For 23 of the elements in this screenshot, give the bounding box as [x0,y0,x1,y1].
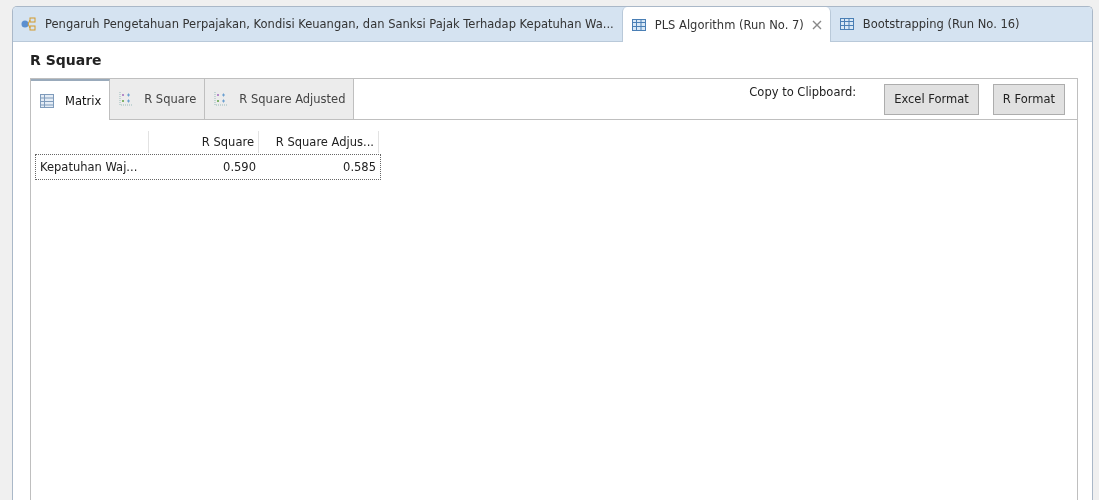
row-header: Kepatuhan Waj... [39,159,139,176]
table-cell-text: 0.590 [222,159,257,176]
column-header[interactable]: R Square [149,131,259,153]
column-header[interactable]: R Square Adjus... [259,131,379,153]
section-title: R Square [30,52,103,68]
table-icon [630,16,647,33]
copy-format-button[interactable]: Excel Format [884,83,979,115]
table-row[interactable]: Kepatuhan Waj... 0.590 0.585 [35,154,381,180]
view-tab[interactable]: R Square [110,79,206,119]
editor-tab[interactable]: PLS Algorithm (Run No. 7) [621,7,831,42]
chart-icon [118,91,135,107]
view-tab[interactable]: Matrix [31,79,111,120]
copy-format-button[interactable]: R Format [992,83,1065,115]
table-icon [838,16,855,32]
view-tab[interactable]: R Square Adjusted [205,79,355,119]
editor-tab[interactable]: Pengaruh Pengetahuan Perpajakan, Kondisi Keuangan, dan Sanksi Pajak Terhadap Kepatuhan Wa... [13,7,622,41]
table-cell-text: 0.585 [342,159,377,176]
copy-label: Copy to Clipboard: [749,85,857,99]
close-icon[interactable] [811,19,822,30]
editor-tab[interactable]: Bootstrapping (Run No. 16) [830,7,1028,41]
table-icon [39,92,55,109]
chart-icon [213,91,230,107]
model-icon [21,16,37,32]
